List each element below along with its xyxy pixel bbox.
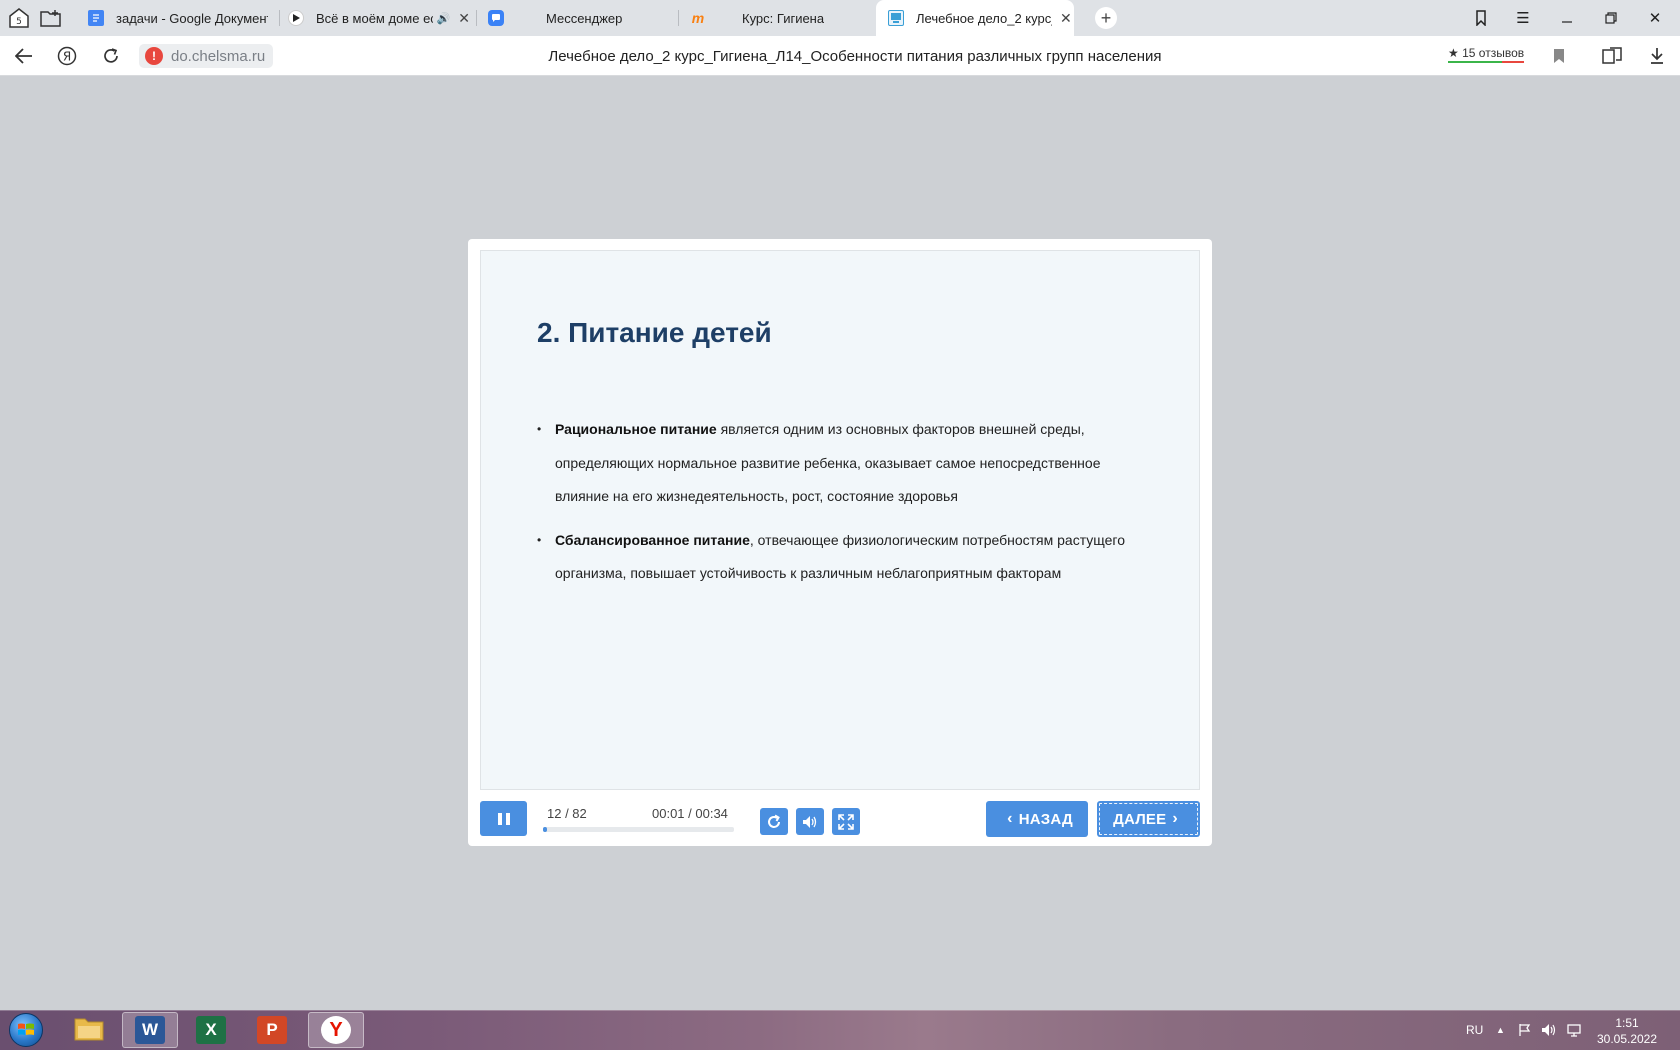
yandex-logo-icon[interactable]: Я — [55, 44, 79, 68]
new-tab-group-icon[interactable] — [39, 6, 63, 30]
url-field[interactable]: ! do.chelsma.ru — [139, 44, 274, 68]
tab-separator — [678, 10, 679, 26]
show-hidden-icons-icon[interactable]: ▲ — [1496, 1010, 1505, 1050]
pause-icon — [497, 812, 502, 825]
slide-counter: 12 / 82 — [547, 806, 587, 821]
replay-button[interactable] — [760, 808, 788, 835]
bookmark-icon[interactable] — [1547, 44, 1571, 68]
system-clock[interactable]: 1:51 30.05.2022 — [1592, 1015, 1662, 1047]
back-arrow-icon[interactable] — [12, 44, 36, 68]
close-tab-icon[interactable]: ✕ — [1060, 10, 1072, 27]
tab-separator — [476, 10, 477, 26]
clock-date: 30.05.2022 — [1596, 1032, 1658, 1046]
tab-label: Мессенджер — [546, 10, 623, 26]
clock-time: 1:51 — [1615, 1016, 1639, 1030]
tab-label: Лечебное дело_2 курс_ — [916, 10, 1052, 26]
tab-messenger[interactable]: Мессенджер — [488, 0, 668, 36]
play-icon — [288, 10, 304, 26]
reader-mode-icon[interactable] — [1600, 44, 1624, 68]
volume-button[interactable] — [796, 808, 824, 835]
bullet-item: Сбалансированное питание, отвечающее физ… — [537, 524, 1157, 591]
page-title: Лечебное дело_2 курс_Гигиена_Л14_Особенн… — [548, 48, 1162, 65]
minimize-icon[interactable] — [1546, 0, 1588, 36]
reviews-count: 15 отзывов — [1462, 46, 1525, 60]
progress-fill — [543, 827, 547, 832]
tab-video[interactable]: Всё в моём доме ест 🔊 ✕ — [288, 0, 470, 36]
start-button[interactable] — [4, 1012, 48, 1048]
action-center-flag-icon[interactable] — [1518, 1010, 1532, 1050]
player-controls: 12 / 82 00:01 / 00:34 ‹ НАЗАД ДАЛЕЕ › — [480, 801, 1200, 837]
speaker-icon — [803, 815, 817, 828]
tab-label: Всё в моём доме ест — [316, 10, 433, 26]
download-icon[interactable] — [1645, 44, 1669, 68]
chevron-right-icon: › — [1172, 810, 1178, 827]
moodle-icon: m — [691, 10, 705, 26]
google-docs-icon — [88, 10, 104, 26]
folder-icon — [73, 1014, 105, 1047]
close-window-icon[interactable]: ✕ — [1634, 0, 1676, 36]
back-label: НАЗАД — [1018, 810, 1073, 828]
network-icon[interactable] — [1566, 1010, 1582, 1050]
slide-canvas: 2. Питание детей Рациональное питание яв… — [480, 250, 1200, 790]
tab-label: задачи - Google Документ — [116, 10, 268, 26]
menu-icon[interactable]: ☰ — [1502, 0, 1544, 36]
back-button[interactable]: ‹ НАЗАД — [986, 801, 1088, 837]
fullscreen-button[interactable] — [832, 808, 860, 835]
tab-separator — [279, 10, 280, 26]
messenger-icon — [488, 10, 504, 26]
volume-icon[interactable] — [1541, 1010, 1557, 1050]
bullet-list: Рациональное питание является одним из о… — [537, 413, 1157, 601]
tab-google-docs[interactable]: задачи - Google Документ — [88, 0, 268, 36]
taskbar-yandex-browser[interactable]: Y — [308, 1012, 364, 1048]
time-display: 00:01 / 00:34 — [652, 806, 728, 821]
reviews-badge[interactable]: ★ 15 отзывов — [1448, 46, 1525, 63]
bullet-bold-term: Сбалансированное питание — [555, 531, 750, 548]
next-button[interactable]: ДАЛЕЕ › — [1097, 801, 1200, 837]
home-tabs-icon[interactable]: 5 — [7, 6, 31, 30]
chevron-left-icon: ‹ — [1007, 810, 1013, 827]
replay-icon — [768, 814, 780, 828]
taskbar-explorer[interactable] — [61, 1012, 117, 1048]
bullet-item: Рациональное питание является одним из о… — [537, 413, 1157, 514]
svg-text:Я: Я — [63, 50, 71, 64]
pause-icon-bar — [505, 812, 510, 825]
pause-button[interactable] — [480, 801, 527, 836]
tab-label: Курс: Гигиена — [742, 10, 825, 26]
close-tab-icon[interactable]: ✕ — [458, 10, 470, 27]
next-label: ДАЛЕЕ — [1113, 810, 1167, 828]
taskbar-excel[interactable]: X — [183, 1012, 239, 1048]
taskbar-powerpoint[interactable]: P — [244, 1012, 300, 1048]
address-bar: Я ! do.chelsma.ru Лечебное дело_2 курс_Г… — [0, 36, 1680, 76]
bullet-bold-term: Рациональное питание — [555, 421, 717, 437]
courselab-player: 2. Питание детей Рациональное питание яв… — [468, 239, 1212, 846]
excel-icon: X — [196, 1016, 226, 1044]
new-tab-button[interactable]: + — [1095, 7, 1117, 29]
windows-logo-icon — [9, 1013, 43, 1047]
language-indicator[interactable]: RU — [1466, 1010, 1483, 1050]
tab-moodle[interactable]: m Курс: Гигиена — [690, 0, 870, 36]
taskbar-word[interactable]: W — [122, 1012, 178, 1048]
tab-strip: 5 задачи - Google Документ Всё в моём до… — [0, 0, 1680, 36]
bookmarks-collections-icon[interactable] — [1460, 0, 1502, 36]
tab-courselab-active[interactable]: Лечебное дело_2 курс_ ✕ — [876, 0, 1074, 36]
progress-bar[interactable] — [543, 827, 734, 832]
star-icon: ★ — [1448, 46, 1459, 60]
yandex-browser-icon: Y — [321, 1016, 351, 1044]
powerpoint-icon: P — [257, 1016, 287, 1044]
slide-title: 2. Питание детей — [537, 317, 772, 348]
courselab-icon — [888, 10, 904, 26]
speaker-icon[interactable]: 🔊 — [437, 12, 451, 25]
url-text: do.chelsma.ru — [171, 47, 266, 65]
expand-icon — [838, 813, 854, 830]
word-icon: W — [135, 1016, 165, 1044]
restore-icon[interactable] — [1590, 0, 1632, 36]
rating-bar-segment — [1502, 61, 1525, 63]
windows-taskbar: W X P Y RU ▲ 1:51 30.05.2022 — [0, 1010, 1680, 1050]
reload-icon[interactable] — [99, 44, 123, 68]
svg-text:5: 5 — [16, 17, 22, 27]
warning-icon[interactable]: ! — [145, 47, 163, 65]
